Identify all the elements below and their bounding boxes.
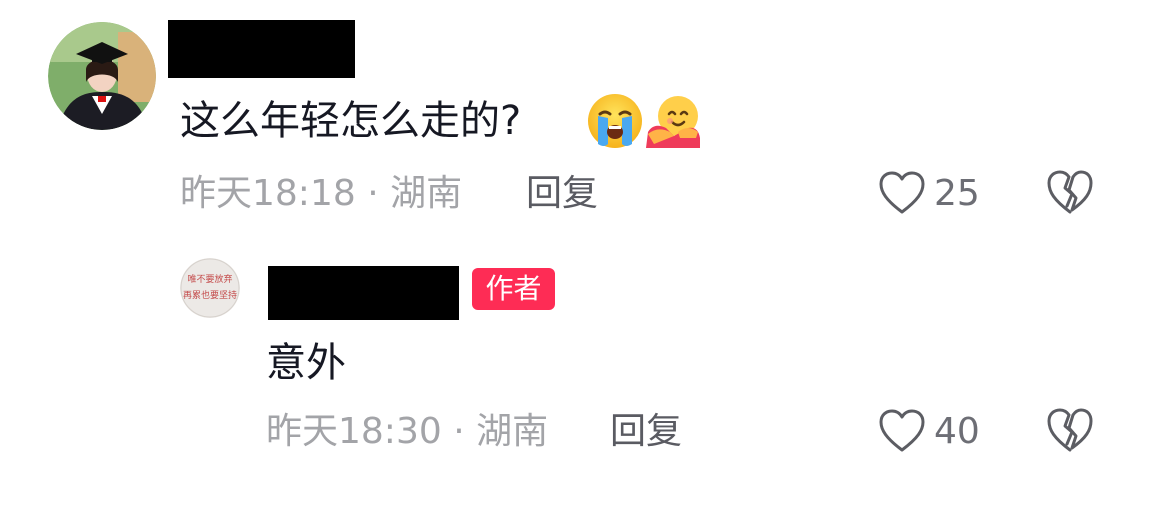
broken-heart-icon — [1047, 408, 1093, 452]
like-count: 25 — [934, 172, 980, 214]
reply-button[interactable]: 回复 — [610, 412, 682, 452]
dislike-button[interactable] — [1046, 406, 1094, 458]
heart-icon — [879, 171, 925, 214]
comment-meta: 昨天18:18 · 湖南 — [180, 173, 463, 214]
reply-avatar[interactable]: 唯不要放弃 再累也要坚持 — [180, 258, 240, 318]
reply-text: 意外 — [266, 340, 346, 386]
author-badge: 作者 — [472, 268, 555, 310]
like-button[interactable]: 25 — [878, 170, 980, 216]
smiling-face-with-open-hands-icon — [644, 92, 702, 150]
comment-text: 这么年轻怎么走的? — [180, 98, 522, 144]
avatar-text: 再累也要坚持 — [183, 289, 237, 301]
avatar-text: 唯不要放弃 — [187, 273, 232, 285]
like-button[interactable]: 40 — [878, 408, 980, 454]
broken-heart-icon — [1047, 170, 1093, 214]
dislike-button[interactable] — [1046, 168, 1094, 220]
username-redacted[interactable] — [168, 20, 355, 78]
reply-meta: 昨天18:30 · 湖南 — [266, 411, 549, 452]
avatar[interactable] — [48, 22, 156, 130]
loudly-crying-face-icon — [586, 92, 644, 150]
reply-username-redacted[interactable] — [268, 266, 459, 320]
like-count: 40 — [934, 410, 980, 452]
reply-button[interactable]: 回复 — [526, 174, 598, 214]
heart-icon — [879, 409, 925, 452]
